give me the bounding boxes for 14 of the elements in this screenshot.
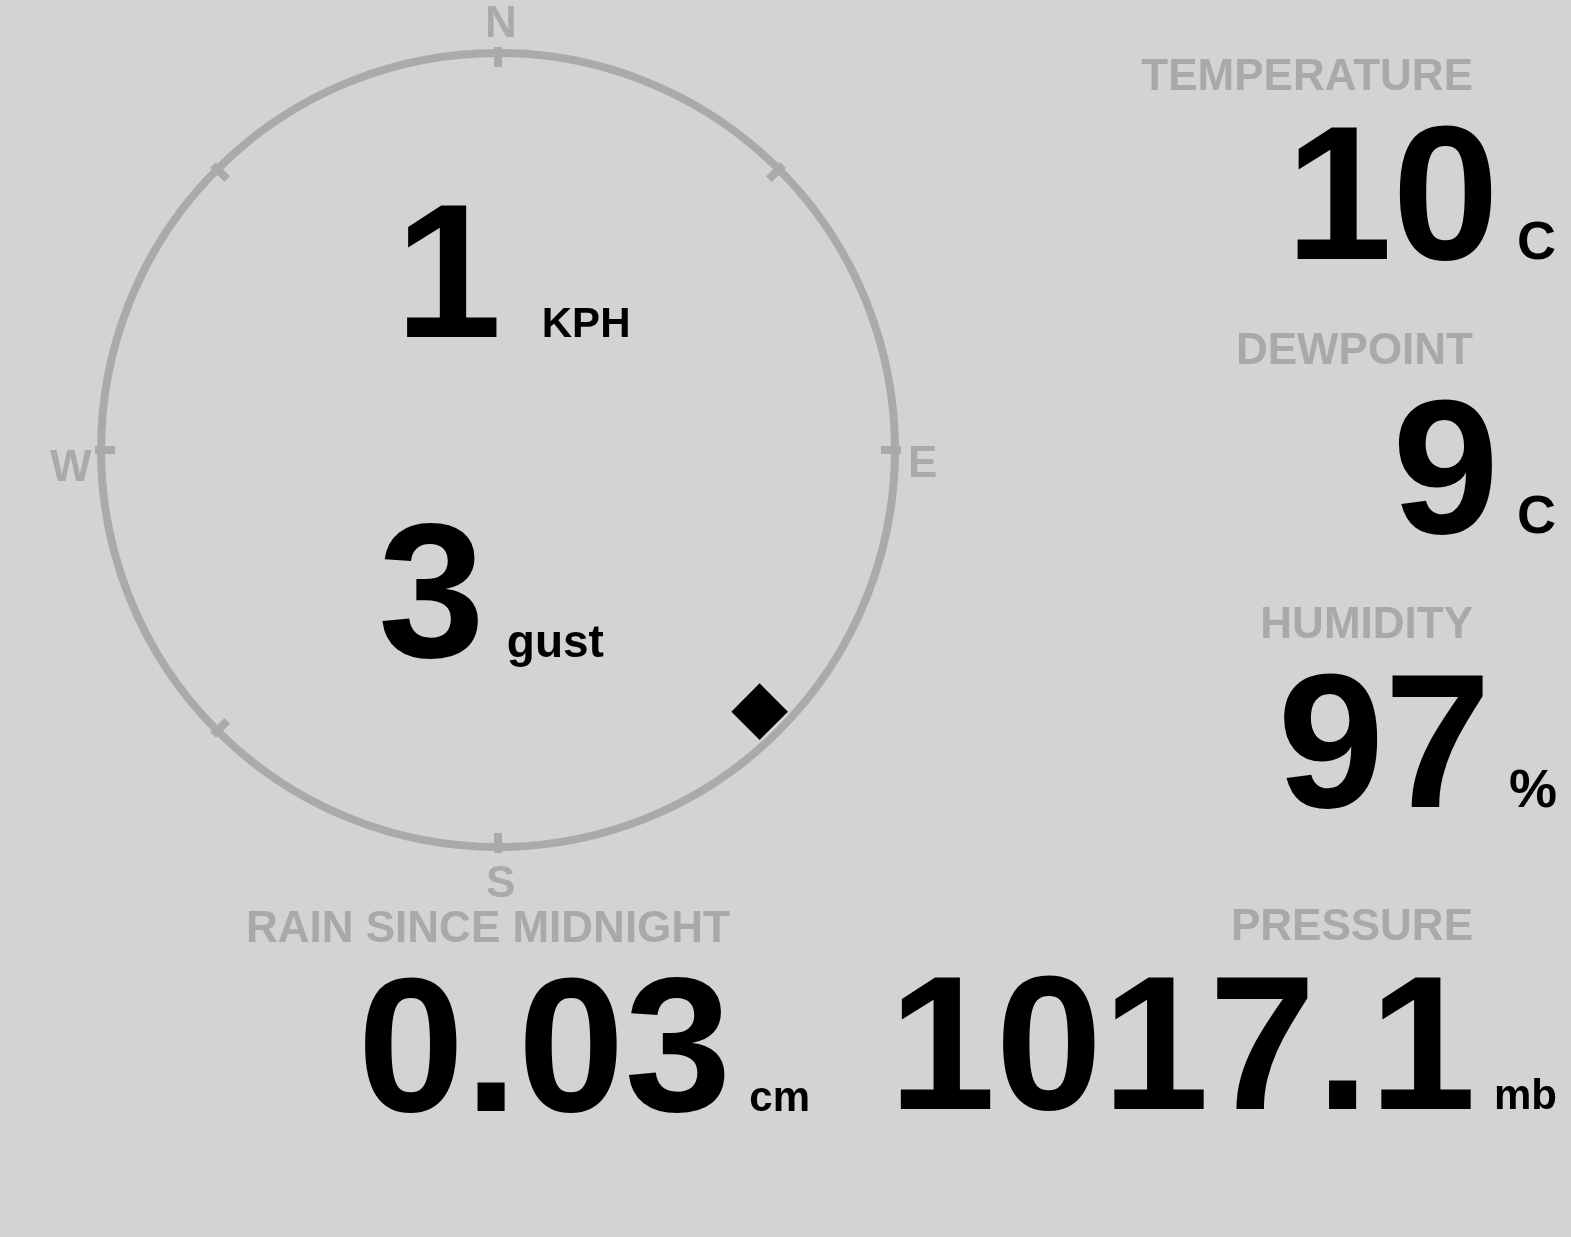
rain-value: 0.03 — [357, 949, 732, 1141]
reading-unit: C — [1517, 209, 1557, 271]
reading-unit: C — [1517, 483, 1557, 545]
wind-speed: 1 — [395, 175, 502, 367]
pressure-value: 1017.1 — [888, 947, 1476, 1139]
reading-value: 9 — [1392, 371, 1499, 563]
pressure-unit: mb — [1494, 1071, 1557, 1119]
rain-unit: cm — [749, 1073, 810, 1121]
gust-label: gust — [506, 614, 604, 668]
reading-value: 97 — [1277, 645, 1491, 837]
gust-speed: 3 — [378, 495, 485, 687]
reading-unit: % — [1509, 757, 1557, 819]
reading-value: 10 — [1285, 97, 1499, 289]
wind-speed-unit: KPH — [541, 299, 631, 347]
